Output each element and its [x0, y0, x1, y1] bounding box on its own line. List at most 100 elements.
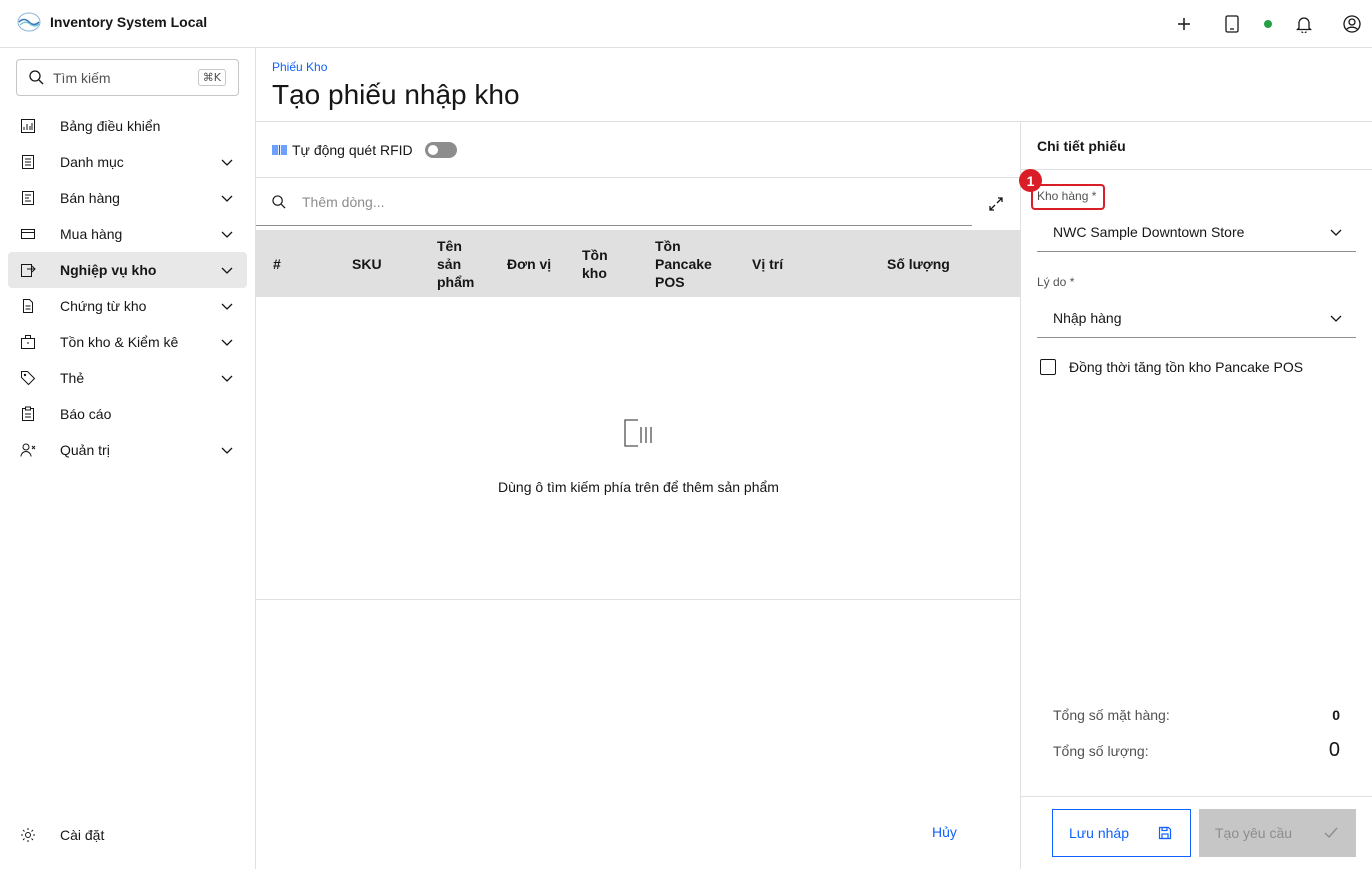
page-header: Phiếu Kho Tạo phiếu nhập kho: [256, 48, 1372, 122]
sidebar-item-purchase[interactable]: Mua hàng: [8, 216, 247, 252]
chevron-down-icon: [221, 303, 233, 310]
breadcrumb[interactable]: Phiếu Kho: [272, 60, 327, 74]
column-header-stock[interactable]: Tồn kho: [582, 246, 608, 282]
chevron-down-icon: [221, 375, 233, 382]
tag-icon: [21, 371, 36, 386]
sidebar-item-label: Danh mục: [60, 154, 124, 170]
sidebar: Tìm kiếm ⌘K Bảng điều khiển Danh mục Bán…: [0, 48, 256, 869]
items-panel: Tự động quét RFID # SKU Tên sản phẩm Đơn…: [256, 122, 1021, 869]
total-items-value: 0: [1332, 707, 1340, 723]
sidebar-item-label: Bảng điều khiển: [60, 118, 161, 134]
tablet-icon: [1225, 15, 1239, 33]
admin-icon: [20, 443, 36, 457]
page-title: Tạo phiếu nhập kho: [272, 79, 520, 110]
save-draft-label: Lưu nháp: [1069, 825, 1129, 841]
cancel-button[interactable]: Hủy: [932, 824, 957, 840]
add-button[interactable]: [1164, 0, 1204, 48]
sidebar-item-warehouse-ops[interactable]: Nghiệp vụ kho: [8, 252, 247, 288]
connection-status-dot: [1264, 20, 1272, 28]
reason-label: Lý do *: [1037, 275, 1075, 289]
column-header-unit[interactable]: Đơn vị: [507, 255, 551, 273]
brand[interactable]: Inventory System Local: [16, 10, 207, 34]
total-qty-value: 0: [1328, 739, 1340, 761]
sidebar-item-label: Thẻ: [60, 370, 85, 386]
reason-select[interactable]: Nhập hàng: [1037, 298, 1356, 338]
details-title: Chi tiết phiếu: [1021, 122, 1372, 170]
warehouse-label: Kho hàng *: [1037, 189, 1097, 203]
search-shortcut: ⌘K: [197, 69, 226, 86]
sidebar-item-catalog[interactable]: Danh mục: [8, 144, 247, 180]
search-placeholder: Tìm kiếm: [53, 69, 111, 86]
search-icon: [272, 194, 286, 208]
expand-button[interactable]: [980, 188, 1012, 220]
pos-stock-checkbox[interactable]: [1040, 359, 1056, 375]
app-logo: [16, 11, 42, 33]
sidebar-item-label: Mua hàng: [60, 226, 123, 242]
chevron-down-icon: [221, 195, 233, 202]
total-qty-row: Tổng số lượng: 0: [1053, 739, 1340, 762]
inventory-icon: [21, 335, 35, 349]
add-row-field[interactable]: [256, 178, 972, 226]
column-header-location[interactable]: Vị trí: [752, 255, 783, 273]
sidebar-item-dashboard[interactable]: Bảng điều khiển: [8, 108, 247, 144]
sidebar-item-label: Cài đặt: [60, 827, 105, 843]
pos-stock-checkbox-label: Đồng thời tăng tồn kho Pancake POS: [1069, 359, 1304, 375]
notifications-button[interactable]: [1284, 0, 1324, 48]
column-header-index: #: [273, 256, 281, 272]
sidebar-search[interactable]: Tìm kiếm ⌘K: [16, 59, 239, 96]
sidebar-item-sales[interactable]: Bán hàng: [8, 180, 247, 216]
rfid-toggle[interactable]: [424, 141, 457, 158]
sidebar-item-settings[interactable]: Cài đặt: [8, 817, 247, 853]
sidebar-item-documents[interactable]: Chứng từ kho: [8, 288, 247, 324]
chevron-down-icon: [221, 339, 233, 346]
table-header: # SKU Tên sản phẩm Đơn vị Tồn kho Tồn Pa…: [256, 230, 1021, 297]
chevron-down-icon: [221, 267, 233, 274]
column-header-quantity[interactable]: Số lượng: [887, 255, 950, 273]
chevron-down-icon: [1330, 315, 1342, 322]
empty-state: Dùng ô tìm kiếm phía trên để thêm sản ph…: [256, 297, 1021, 600]
column-header-pos-stock[interactable]: Tồn Pancake POS: [655, 237, 712, 291]
sidebar-item-label: Chứng từ kho: [60, 298, 147, 314]
sales-icon: [22, 191, 34, 205]
column-header-product-name[interactable]: Tên sản phẩm: [437, 237, 474, 291]
create-request-button[interactable]: Tạo yêu cầu: [1199, 809, 1356, 857]
warehouse-ops-icon: [21, 264, 36, 277]
warehouse-value: NWC Sample Downtown Store: [1053, 223, 1245, 240]
catalog-icon: [22, 155, 34, 169]
sidebar-item-inventory[interactable]: Tồn kho & Kiểm kê: [8, 324, 247, 360]
device-button[interactable]: [1212, 0, 1252, 48]
add-icon: [1178, 18, 1190, 30]
total-items-row: Tổng số mặt hàng: 0: [1053, 707, 1340, 723]
user-button[interactable]: [1332, 0, 1372, 48]
sidebar-item-label: Báo cáo: [60, 406, 112, 422]
sidebar-item-tags[interactable]: Thẻ: [8, 360, 247, 396]
sidebar-nav: Bảng điều khiển Danh mục Bán hàng Mua hà…: [8, 108, 247, 468]
create-request-label: Tạo yêu cầu: [1215, 825, 1293, 841]
checkmark-icon: [1324, 827, 1338, 839]
app-name: Inventory System Local: [50, 14, 208, 30]
save-icon: [1158, 826, 1172, 840]
sidebar-item-label: Tồn kho & Kiểm kê: [60, 334, 179, 350]
top-bar: Inventory System Local: [0, 0, 1372, 48]
warehouse-select[interactable]: NWC Sample Downtown Store: [1037, 212, 1356, 252]
reason-value: Nhập hàng: [1053, 309, 1122, 326]
total-qty-label: Tổng số lượng:: [1053, 743, 1149, 759]
sidebar-item-admin[interactable]: Quản trị: [8, 432, 247, 468]
save-draft-button[interactable]: Lưu nháp: [1052, 809, 1191, 857]
details-panel: Chi tiết phiếu 1 Kho hàng * NWC Sample D…: [1019, 122, 1372, 869]
column-header-sku[interactable]: SKU: [352, 255, 382, 273]
chevron-down-icon: [1330, 229, 1342, 236]
empty-state-text: Dùng ô tìm kiếm phía trên để thêm sản ph…: [498, 479, 779, 495]
notification-icon: [1296, 17, 1312, 33]
user-icon: [1343, 15, 1361, 33]
pos-stock-checkbox-row[interactable]: Đồng thời tăng tồn kho Pancake POS: [1040, 359, 1303, 375]
gear-icon: [21, 828, 35, 842]
maximize-icon: [989, 197, 1003, 211]
chevron-down-icon: [221, 447, 233, 454]
rfid-label: Tự động quét RFID: [292, 141, 413, 158]
sidebar-item-reports[interactable]: Báo cáo: [8, 396, 247, 432]
chevron-down-icon: [221, 231, 233, 238]
sidebar-item-label: Nghiệp vụ kho: [60, 262, 157, 278]
add-row-input[interactable]: [302, 193, 902, 210]
dashboard-icon: [21, 119, 35, 133]
